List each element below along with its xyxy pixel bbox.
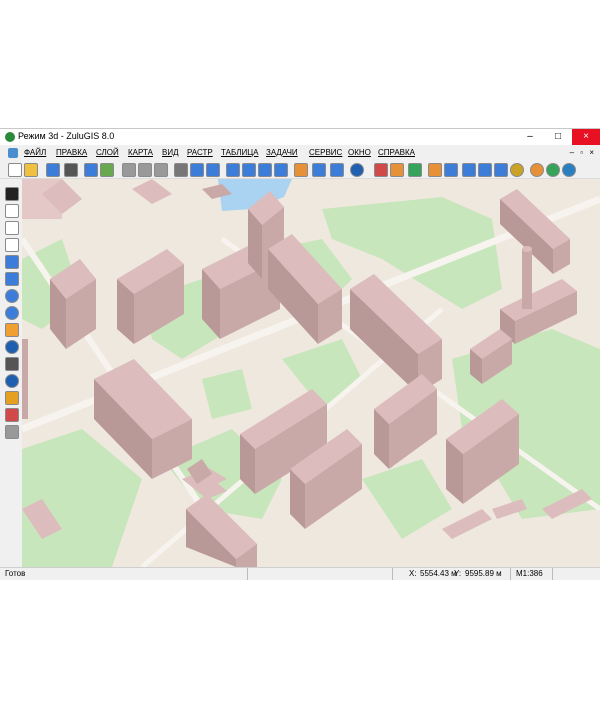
status-bar: Готов X: 5554.43 м Y: 9595.89 м M1:386 — [0, 567, 600, 580]
node-icon[interactable] — [5, 425, 19, 439]
calendar-icon[interactable] — [312, 163, 326, 177]
menu-view[interactable]: ВИД — [162, 148, 179, 157]
flag-icon[interactable] — [5, 408, 19, 422]
select-arrow-icon[interactable] — [5, 187, 19, 201]
add-icon[interactable] — [274, 163, 288, 177]
query-icon[interactable] — [330, 163, 344, 177]
select-rect-icon[interactable] — [5, 204, 19, 218]
info-icon[interactable] — [5, 340, 19, 354]
app-window: Режим 3d - ZuluGIS 8.0 – □ × ФАЙЛ ПРАВКА… — [0, 128, 600, 580]
select-poly-icon[interactable] — [5, 221, 19, 235]
menu-map[interactable]: КАРТА — [128, 148, 153, 157]
export-icon[interactable] — [100, 163, 114, 177]
menu-window[interactable]: ОКНО — [348, 148, 371, 157]
tower — [522, 249, 532, 309]
new-icon[interactable] — [8, 163, 22, 177]
menu-tasks[interactable]: ЗАДАЧИ — [266, 148, 298, 157]
maximize-button[interactable]: □ — [544, 129, 572, 145]
heat-icon[interactable] — [494, 163, 508, 177]
left-toolbar — [0, 179, 23, 566]
map-canvas[interactable] — [22, 179, 600, 567]
title-bar: Режим 3d - ZuluGIS 8.0 – □ × — [0, 129, 600, 145]
print-icon[interactable] — [64, 163, 78, 177]
delete-icon[interactable] — [174, 163, 188, 177]
menu-table[interactable]: ТАБЛИЦА — [221, 148, 258, 157]
zulugis-logo-icon — [5, 132, 15, 142]
redo-icon[interactable] — [206, 163, 220, 177]
menu-file[interactable]: ФАЙЛ — [24, 148, 46, 157]
help-icon[interactable] — [350, 163, 364, 177]
menu-raster[interactable]: РАСТР — [187, 148, 213, 157]
y-coordinate-value: 9595.89 м — [465, 569, 502, 578]
network-icon[interactable] — [374, 163, 388, 177]
preview-icon[interactable] — [84, 163, 98, 177]
zoom-out-icon[interactable] — [5, 306, 19, 320]
select-layer-icon[interactable] — [5, 255, 19, 269]
y-coordinate-label: Y: — [454, 569, 462, 578]
undo-icon[interactable] — [190, 163, 204, 177]
menu-layer[interactable]: СЛОЙ — [96, 148, 119, 157]
map-view[interactable] — [22, 179, 600, 567]
layers-icon[interactable] — [242, 163, 256, 177]
sewer-icon[interactable] — [478, 163, 492, 177]
valve-icon[interactable] — [408, 163, 422, 177]
paste-icon[interactable] — [154, 163, 168, 177]
navigate-icon[interactable] — [5, 374, 19, 388]
scale-readout: M1:386 — [516, 569, 543, 578]
document-icon[interactable] — [8, 148, 18, 158]
menu-service[interactable]: СЕРВИС — [309, 148, 342, 157]
status-text: Готов — [5, 569, 26, 578]
flow-icon[interactable] — [462, 163, 476, 177]
fit-icon[interactable] — [5, 272, 19, 286]
cut-icon[interactable] — [122, 163, 136, 177]
window-title: Режим 3d - ZuluGIS 8.0 — [18, 131, 115, 141]
close-button[interactable]: × — [572, 129, 600, 145]
menu-help[interactable]: СПРАВКА — [378, 148, 415, 157]
profile-icon[interactable] — [444, 163, 458, 177]
copy-icon[interactable] — [138, 163, 152, 177]
x-coordinate-label: X: — [409, 569, 417, 578]
main-toolbar — [0, 160, 600, 179]
select-circle-icon[interactable] — [5, 238, 19, 252]
mdi-controls[interactable]: – ▫ × — [570, 148, 596, 157]
water-icon[interactable] — [530, 163, 544, 177]
menu-bar: ФАЙЛ ПРАВКА СЛОЙ КАРТА ВИД РАСТР ТАБЛИЦА… — [0, 145, 600, 160]
tower-top — [522, 246, 532, 252]
elec-icon[interactable] — [546, 163, 560, 177]
grid-icon[interactable] — [258, 163, 272, 177]
info-icon[interactable] — [562, 163, 576, 177]
pump-icon[interactable] — [428, 163, 442, 177]
pan-hand-icon[interactable] — [5, 323, 19, 337]
open-icon[interactable] — [24, 163, 38, 177]
edit-icon[interactable] — [294, 163, 308, 177]
find-icon[interactable] — [5, 357, 19, 371]
menu-edit[interactable]: ПРАВКА — [56, 148, 87, 157]
pipe-icon[interactable] — [390, 163, 404, 177]
table-icon[interactable] — [226, 163, 240, 177]
zoom-in-icon[interactable] — [5, 289, 19, 303]
label-icon[interactable] — [5, 391, 19, 405]
minimize-button[interactable]: – — [516, 129, 544, 145]
x-coordinate-value: 5554.43 м — [420, 569, 457, 578]
building — [22, 339, 28, 419]
save-icon[interactable] — [46, 163, 60, 177]
gas-icon[interactable] — [510, 163, 524, 177]
